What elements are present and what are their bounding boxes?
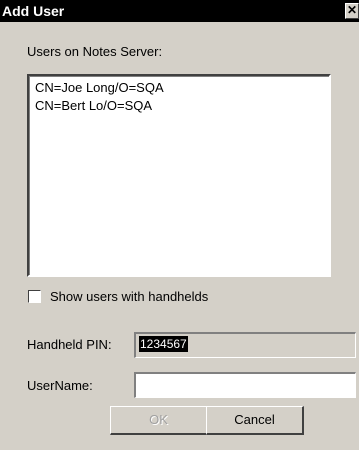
ok-button[interactable]: OK bbox=[110, 406, 208, 435]
show-handhelds-label[interactable]: Show users with handhelds bbox=[50, 289, 208, 305]
list-item[interactable]: CN=Joe Long/O=SQA bbox=[35, 80, 164, 96]
dialog-title: Add User bbox=[2, 3, 65, 19]
cancel-button[interactable]: Cancel bbox=[206, 406, 304, 435]
show-handhelds-checkbox[interactable] bbox=[28, 290, 41, 303]
list-item[interactable]: CN=Bert Lo/O=SQA bbox=[35, 98, 152, 114]
add-user-dialog: Add User ✕ Users on Notes Server: CN=Joe… bbox=[0, 0, 359, 450]
users-on-server-label: Users on Notes Server: bbox=[27, 44, 163, 59]
handheld-pin-field[interactable]: 1234567 bbox=[134, 332, 356, 358]
username-field[interactable] bbox=[134, 372, 356, 398]
close-icon: ✕ bbox=[346, 3, 358, 17]
users-listbox[interactable]: CN=Joe Long/O=SQA CN=Bert Lo/O=SQA bbox=[27, 74, 331, 277]
title-bar[interactable]: Add User ✕ bbox=[0, 0, 359, 22]
username-label: UserName: bbox=[27, 378, 93, 393]
close-button[interactable]: ✕ bbox=[345, 3, 359, 19]
handheld-pin-value: 1234567 bbox=[139, 336, 188, 352]
handheld-pin-label: Handheld PIN: bbox=[27, 337, 112, 352]
